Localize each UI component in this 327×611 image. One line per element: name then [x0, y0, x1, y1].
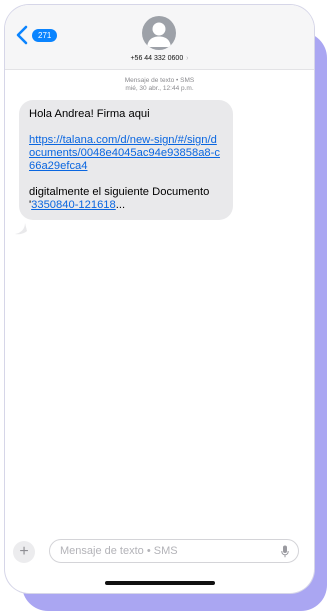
- sign-link[interactable]: https://talana.com/d/new-sign/#/sign/doc…: [29, 134, 220, 172]
- contact-avatar[interactable]: [142, 16, 176, 50]
- microphone-icon[interactable]: [281, 545, 289, 558]
- document-line: '3350840-121618...: [29, 199, 223, 212]
- conversation-header: 271 +56 44 332 0600 ›: [5, 5, 314, 70]
- unread-count-badge: 271: [32, 28, 58, 42]
- home-indicator[interactable]: [105, 581, 215, 585]
- document-suffix: ...: [115, 199, 126, 211]
- chevron-left-icon: [16, 25, 28, 45]
- plus-icon[interactable]: +: [13, 541, 35, 563]
- person-icon: [147, 22, 171, 47]
- message-meta: Mensaje de texto • SMS mié, 30 abr., 12:…: [5, 77, 314, 93]
- message-input[interactable]: Mensaje de texto • SMS: [49, 539, 299, 563]
- back-button[interactable]: 271: [15, 24, 58, 46]
- phone-screen: 271 +56 44 332 0600 › Mensaje de texto •…: [5, 5, 314, 593]
- bubble-tail: [15, 223, 27, 235]
- incoming-message-bubble[interactable]: Hola Andrea! Firma aqui https://talana.c…: [19, 100, 233, 220]
- screenshot-stage: 271 +56 44 332 0600 › Mensaje de texto •…: [0, 0, 327, 611]
- composer-bar: + Mensaje de texto • SMS: [5, 539, 314, 569]
- message-greeting: Hola Andrea! Firma aqui: [29, 108, 150, 120]
- message-timestamp: mié, 30 abr., 12:44 p.m.: [125, 85, 194, 92]
- message-type-label: Mensaje de texto • SMS: [124, 77, 195, 84]
- message-input-placeholder: Mensaje de texto • SMS: [60, 545, 178, 557]
- contact-name[interactable]: +56 44 332 0600 ›: [5, 55, 314, 62]
- document-link[interactable]: 3350840-121618: [31, 199, 116, 211]
- message-body-text: digitalmente el siguiente Documento: [29, 186, 210, 198]
- contact-number: +56 44 332 0600: [130, 55, 184, 62]
- chevron-right-icon: ›: [186, 55, 189, 62]
